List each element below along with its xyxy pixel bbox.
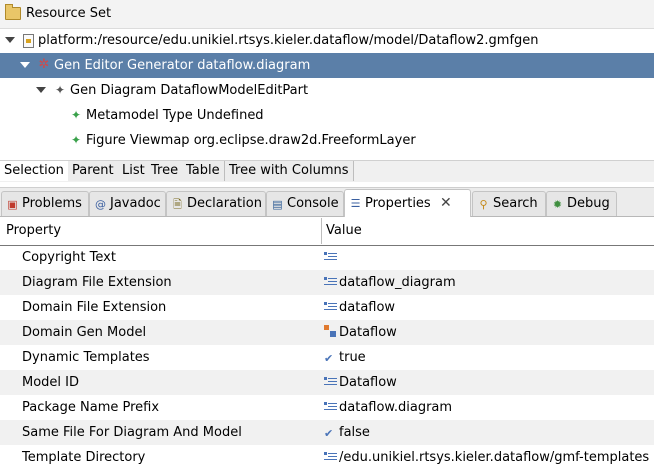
column-header-property[interactable]: Property bbox=[6, 223, 61, 238]
property-name: Domain Gen Model bbox=[22, 325, 147, 340]
javadoc-icon: @ bbox=[95, 198, 106, 211]
property-name: Copyright Text bbox=[22, 250, 116, 265]
property-value[interactable]: ✔ false bbox=[324, 420, 370, 445]
table-row[interactable]: Same File For Diagram And Model ✔ false bbox=[0, 420, 654, 445]
tree-item-label: Figure Viewmap org.eclipse.draw2d.Freefo… bbox=[86, 133, 416, 148]
gen-diagram-icon: ✦ bbox=[54, 83, 66, 97]
tab-properties[interactable]: ☰ Properties ✕ bbox=[344, 189, 471, 217]
property-name: Model ID bbox=[22, 375, 80, 390]
table-row[interactable]: Template Directory /edu.unikiel.rtsys.ki… bbox=[0, 445, 654, 470]
tree-item-label: Metamodel Type Undefined bbox=[86, 108, 264, 123]
boolean-value-icon: ✔ bbox=[324, 427, 334, 440]
property-name: Diagram File Extension bbox=[22, 275, 172, 290]
tab-problems[interactable]: ▣ Problems bbox=[1, 191, 89, 216]
tab-tree-with-columns[interactable]: Tree with Columns bbox=[225, 161, 354, 181]
resource-file-icon bbox=[23, 34, 34, 48]
close-icon[interactable]: ✕ bbox=[440, 190, 452, 217]
tab-console[interactable]: ▤ Console bbox=[266, 191, 344, 216]
table-row[interactable]: Dynamic Templates ✔ true bbox=[0, 345, 654, 370]
tree-item-label: Gen Diagram DataflowModelEditPart bbox=[70, 83, 309, 98]
tree-item-figure-viewmap[interactable]: ✦ Figure Viewmap org.eclipse.draw2d.Free… bbox=[0, 128, 654, 153]
table-row[interactable]: Domain File Extension dataflow bbox=[0, 295, 654, 320]
tab-tree[interactable]: Tree bbox=[147, 161, 184, 181]
model-value-icon bbox=[324, 325, 337, 337]
view-tabbar: ▣ Problems @ Javadoc 🗎 Declaration ▤ Con… bbox=[0, 187, 654, 217]
tree-item-label: platform:/resource/edu.unikiel.rtsys.kie… bbox=[38, 33, 539, 48]
folder-icon bbox=[5, 4, 21, 20]
metamodel-type-icon: ✦ bbox=[70, 108, 82, 122]
text-value-icon bbox=[324, 250, 337, 262]
tree-item-label: Gen Editor Generator dataflow.diagram bbox=[54, 58, 311, 73]
tree-item-gen-editor-generator[interactable]: ✲ Gen Editor Generator dataflow.diagram bbox=[0, 53, 654, 78]
tab-table[interactable]: Table bbox=[182, 161, 225, 181]
text-value-icon bbox=[324, 300, 337, 312]
tab-parent[interactable]: Parent bbox=[68, 161, 119, 181]
property-name: Domain File Extension bbox=[22, 300, 167, 315]
table-row[interactable]: Package Name Prefix dataflow.diagram bbox=[0, 395, 654, 420]
property-value[interactable] bbox=[324, 245, 339, 270]
property-name: Dynamic Templates bbox=[22, 350, 150, 365]
resource-set-header: Resource Set bbox=[0, 0, 654, 29]
column-divider[interactable] bbox=[321, 218, 322, 244]
property-name: Package Name Prefix bbox=[22, 400, 160, 415]
property-value[interactable]: dataflow bbox=[324, 295, 395, 320]
console-icon: ▤ bbox=[272, 198, 283, 211]
tab-declaration[interactable]: 🗎 Declaration bbox=[166, 191, 266, 216]
properties-icon: ☰ bbox=[350, 197, 361, 210]
properties-table-header: Property Value bbox=[0, 218, 654, 246]
text-value-icon bbox=[324, 375, 337, 387]
boolean-value-icon: ✔ bbox=[324, 352, 334, 365]
debug-icon: ✹ bbox=[552, 198, 563, 211]
property-value[interactable]: dataflow_diagram bbox=[324, 270, 456, 295]
text-value-icon bbox=[324, 400, 337, 412]
tree-item-metamodel-type[interactable]: ✦ Metamodel Type Undefined bbox=[0, 103, 654, 128]
property-value[interactable]: ✔ true bbox=[324, 345, 366, 370]
tree-item-resource[interactable]: platform:/resource/edu.unikiel.rtsys.kie… bbox=[0, 28, 654, 53]
expand-twisty-icon[interactable] bbox=[5, 37, 15, 43]
property-value[interactable]: Dataflow bbox=[324, 370, 397, 395]
table-row[interactable]: Domain Gen Model Dataflow bbox=[0, 320, 654, 345]
tab-javadoc[interactable]: @ Javadoc bbox=[89, 191, 166, 216]
viewer-mode-tabs: Selection Parent List Tree Table Tree wi… bbox=[0, 160, 654, 182]
text-value-icon bbox=[324, 450, 337, 462]
figure-viewmap-icon: ✦ bbox=[70, 133, 82, 147]
property-name: Template Directory bbox=[22, 450, 146, 465]
property-value[interactable]: Dataflow bbox=[324, 320, 397, 345]
expand-twisty-icon[interactable] bbox=[36, 87, 46, 93]
table-row[interactable]: Model ID Dataflow bbox=[0, 370, 654, 395]
tab-search[interactable]: ⚲ Search bbox=[472, 191, 546, 216]
tab-debug[interactable]: ✹ Debug bbox=[546, 191, 617, 216]
search-icon: ⚲ bbox=[479, 198, 488, 211]
table-row[interactable]: Diagram File Extension dataflow_diagram bbox=[0, 270, 654, 295]
column-header-value[interactable]: Value bbox=[326, 223, 362, 238]
tab-selection[interactable]: Selection bbox=[0, 161, 69, 181]
property-name: Same File For Diagram And Model bbox=[22, 425, 242, 440]
property-value[interactable]: dataflow.diagram bbox=[324, 395, 452, 420]
tree-item-gen-diagram[interactable]: ✦ Gen Diagram DataflowModelEditPart bbox=[0, 78, 654, 103]
tab-list[interactable]: List bbox=[118, 161, 150, 181]
problems-icon: ▣ bbox=[7, 198, 18, 211]
resource-set-title: Resource Set bbox=[26, 6, 112, 21]
text-value-icon bbox=[324, 275, 337, 287]
expand-twisty-icon[interactable] bbox=[20, 62, 30, 68]
table-row[interactable]: Copyright Text bbox=[0, 245, 654, 270]
property-value[interactable]: /edu.unikiel.rtsys.kieler.dataflow/gmf-t… bbox=[324, 445, 649, 470]
declaration-icon: 🗎 bbox=[173, 198, 182, 211]
gen-editor-icon: ✲ bbox=[38, 57, 50, 72]
